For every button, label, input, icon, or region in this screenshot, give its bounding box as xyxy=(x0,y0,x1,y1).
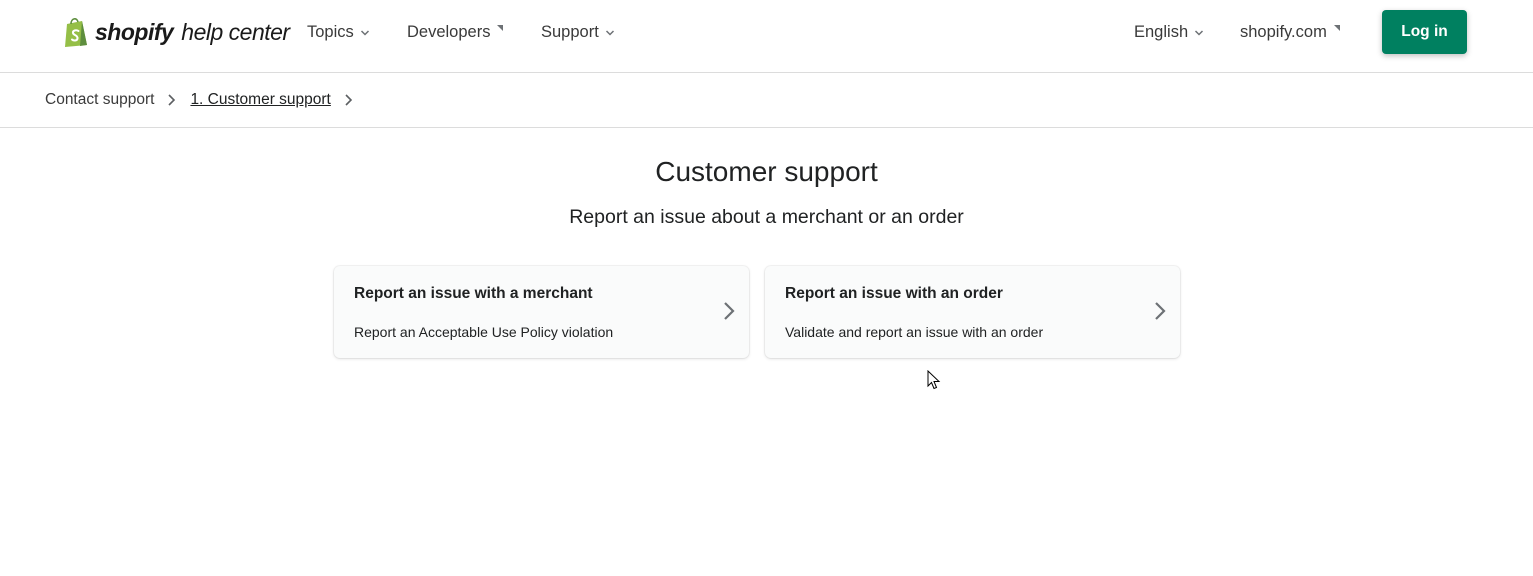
chevron-right-icon xyxy=(1155,302,1166,320)
nav-topics-label: Topics xyxy=(307,22,354,41)
card-title: Report an issue with an order xyxy=(785,285,1003,302)
page-title: Customer support xyxy=(655,156,878,187)
card-title: Report an issue with a merchant xyxy=(354,285,593,302)
breadcrumb: Contact support 1. Customer support xyxy=(45,91,367,109)
card-report-merchant[interactable]: Report an issue with a merchant Report a… xyxy=(334,266,749,358)
logo-brand-text: shopify xyxy=(95,18,174,45)
chevron-right-icon xyxy=(168,94,176,106)
chevron-down-icon xyxy=(605,30,614,36)
chevron-right-icon xyxy=(345,94,353,106)
language-label: English xyxy=(1134,22,1189,41)
logo-sub-text: help center xyxy=(181,18,290,45)
external-link-icon xyxy=(1333,25,1340,31)
shopify-com-label: shopify.com xyxy=(1240,22,1327,41)
login-button[interactable]: Log in xyxy=(1382,10,1467,54)
card-report-order[interactable]: Report an issue with an order Validate a… xyxy=(765,266,1180,358)
card-description: Report an Acceptable Use Policy violatio… xyxy=(354,324,614,340)
nav-support-label: Support xyxy=(541,22,599,41)
shopify-help-center-logo[interactable]: shopify help center xyxy=(63,15,290,49)
breadcrumb-bar: Contact support 1. Customer support xyxy=(0,73,1533,128)
nav-topics[interactable]: Topics xyxy=(307,20,370,44)
card-description: Validate and report an issue with an ord… xyxy=(785,324,1044,340)
page-subtitle: Report an issue about a merchant or an o… xyxy=(569,206,964,228)
shopify-bag-icon xyxy=(65,18,87,47)
chevron-right-icon xyxy=(724,302,735,320)
nav-support[interactable]: Support xyxy=(541,20,615,44)
top-header: shopify help center Topics Developers Su… xyxy=(0,0,1533,73)
nav-developers[interactable]: Developers xyxy=(407,20,504,44)
nav-developers-label: Developers xyxy=(407,22,491,41)
breadcrumb-contact-support[interactable]: Contact support xyxy=(45,91,154,109)
mouse-cursor-icon xyxy=(927,370,941,390)
language-selector[interactable]: English xyxy=(1134,20,1204,44)
external-link-icon xyxy=(497,25,504,31)
chevron-down-icon xyxy=(360,30,369,36)
breadcrumb-customer-support[interactable]: 1. Customer support xyxy=(190,91,330,109)
chevron-down-icon xyxy=(1195,30,1204,36)
shopify-com-link[interactable]: shopify.com xyxy=(1240,20,1341,44)
